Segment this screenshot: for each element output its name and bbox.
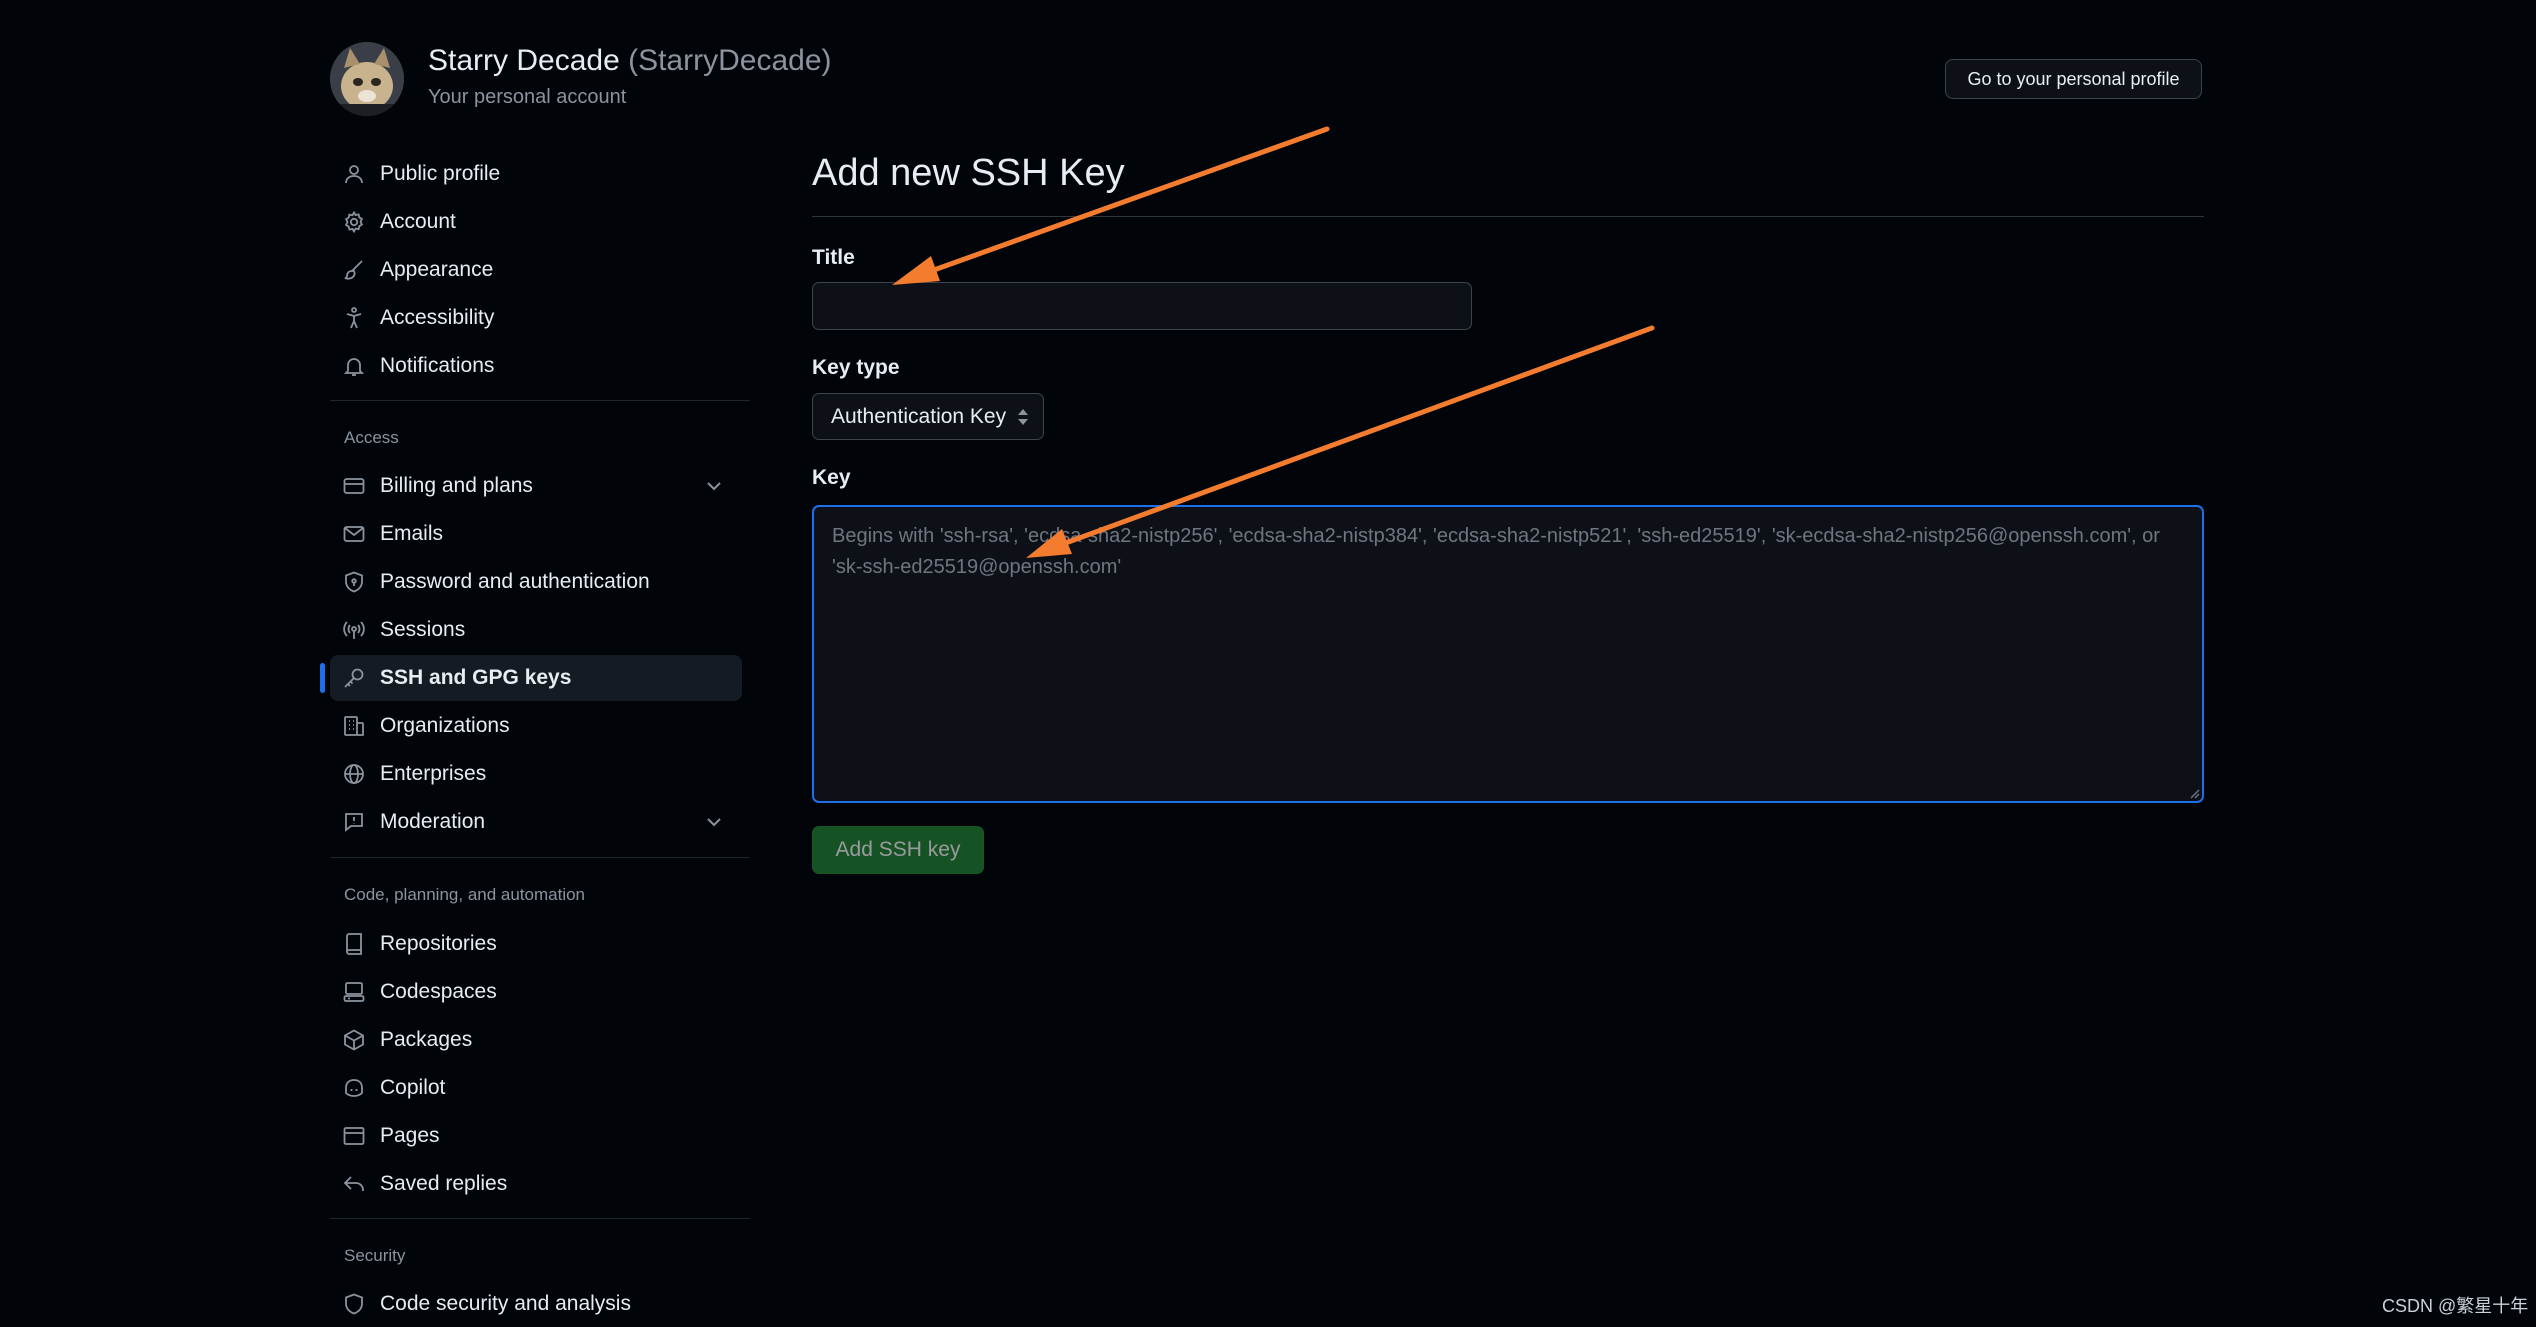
sidebar-item-pages[interactable]: Pages (330, 1113, 742, 1159)
select-arrows-icon (1018, 409, 1028, 425)
avatar[interactable] (330, 42, 404, 116)
accessibility-icon (346, 307, 362, 329)
package-icon (344, 1029, 364, 1051)
sidebar-item-label: Billing and plans (380, 474, 533, 497)
organization-icon (344, 716, 364, 736)
sidebar-item-label: Public profile (380, 162, 501, 185)
reply-icon (343, 1176, 364, 1191)
sidebar-item-billing[interactable]: Billing and plans (330, 463, 742, 509)
shield-icon (345, 1293, 363, 1315)
sidebar-item-moderation[interactable]: Moderation (330, 799, 742, 845)
sidebar-item-enterprises[interactable]: Enterprises (330, 751, 742, 797)
page-title: Add new SSH Key (812, 152, 1125, 194)
repo-icon (346, 933, 362, 955)
account-name: Starry Decade (StarryDecade) (428, 44, 832, 78)
sidebar-item-label: Sessions (380, 618, 466, 641)
account-handle: (StarryDecade) (628, 44, 832, 77)
shield-lock-icon (345, 571, 363, 593)
watermark: CSDN @繁星十年 (2382, 1296, 2529, 1316)
sidebar-item-label: Saved replies (380, 1172, 508, 1195)
display-name: Starry Decade (428, 44, 620, 77)
sidebar-item-password-auth[interactable]: Password and authentication (330, 559, 742, 605)
sidebar-divider (330, 1218, 750, 1219)
sidebar-item-label: Pages (380, 1124, 440, 1147)
sidebar-item-label: Organizations (380, 714, 510, 737)
sidebar-item-label: Moderation (380, 810, 486, 833)
go-to-profile-button[interactable]: Go to your personal profile (1945, 59, 2202, 99)
sidebar-item-label: Packages (380, 1028, 473, 1051)
sidebar-item-packages[interactable]: Packages (330, 1017, 742, 1063)
chevron-down-icon[interactable] (702, 810, 726, 834)
mail-icon (343, 526, 365, 542)
sidebar-item-repositories[interactable]: Repositories (330, 921, 742, 967)
add-ssh-key-button[interactable]: Add SSH key (812, 826, 984, 874)
sidebar-item-label: Codespaces (380, 980, 497, 1003)
sidebar-item-label: SSH and GPG keys (380, 666, 572, 689)
sidebar-item-label: Enterprises (380, 762, 487, 785)
sidebar-item-accessibility[interactable]: Accessibility (330, 295, 742, 341)
key-type-label: Key type (812, 356, 900, 379)
sidebar-item-ssh-gpg-keys[interactable]: SSH and GPG keys (330, 655, 742, 701)
sidebar-item-account[interactable]: Account (330, 199, 742, 245)
active-indicator (320, 663, 325, 693)
key-type-value: Authentication Key (831, 404, 1007, 428)
sidebar-item-emails[interactable]: Emails (330, 511, 742, 557)
key-icon (344, 668, 364, 688)
bell-icon (343, 358, 365, 376)
sidebar-item-label: Accessibility (380, 306, 495, 329)
copilot-icon (345, 1079, 363, 1097)
credit-card-icon (343, 478, 365, 494)
codespaces-icon (343, 982, 365, 1002)
sidebar-item-codespaces[interactable]: Codespaces (330, 969, 742, 1015)
sidebar-item-appearance[interactable]: Appearance (330, 247, 742, 293)
sidebar-item-public-profile[interactable]: Public profile (330, 151, 742, 197)
sidebar-item-label: Copilot (380, 1076, 446, 1099)
gear-icon (344, 210, 364, 234)
sidebar-item-saved-replies[interactable]: Saved replies (330, 1161, 742, 1207)
sidebar-item-label: Notifications (380, 354, 495, 377)
report-icon (345, 813, 363, 832)
sidebar-item-notifications[interactable]: Notifications (330, 343, 742, 389)
sidebar-divider (330, 400, 750, 401)
sidebar-item-copilot[interactable]: Copilot (330, 1065, 742, 1111)
sidebar-section-security: Security (344, 1246, 406, 1265)
sidebar-item-sessions[interactable]: Sessions (330, 607, 742, 653)
resize-grip-icon[interactable] (2188, 787, 2200, 799)
chevron-down-icon[interactable] (702, 474, 726, 498)
key-type-select[interactable]: Authentication Key (812, 393, 1044, 440)
sidebar-item-label: Code security and analysis (380, 1292, 631, 1315)
person-icon (345, 165, 363, 184)
title-label: Title (812, 246, 855, 269)
sidebar-item-label: Account (380, 210, 456, 233)
title-input[interactable] (812, 282, 1472, 330)
key-label: Key (812, 466, 851, 489)
browser-icon (343, 1127, 365, 1145)
sidebar-item-label: Repositories (380, 932, 497, 955)
sidebar-item-code-security[interactable]: Code security and analysis (330, 1281, 742, 1327)
key-textarea[interactable] (812, 505, 2204, 803)
account-subtitle: Your personal account (428, 86, 627, 108)
broadcast-icon (343, 621, 365, 639)
sidebar-item-label: Emails (380, 522, 444, 545)
sidebar-section-code: Code, planning, and automation (344, 885, 586, 904)
sidebar-item-label: Appearance (380, 258, 494, 281)
sidebar-section-access: Access (344, 428, 399, 447)
sidebar-item-label: Password and authentication (380, 570, 650, 593)
sidebar-divider (330, 857, 750, 858)
sidebar-item-organizations[interactable]: Organizations (330, 703, 742, 749)
title-divider (812, 216, 2204, 217)
globe-icon (344, 764, 364, 784)
paintbrush-icon (344, 260, 363, 280)
